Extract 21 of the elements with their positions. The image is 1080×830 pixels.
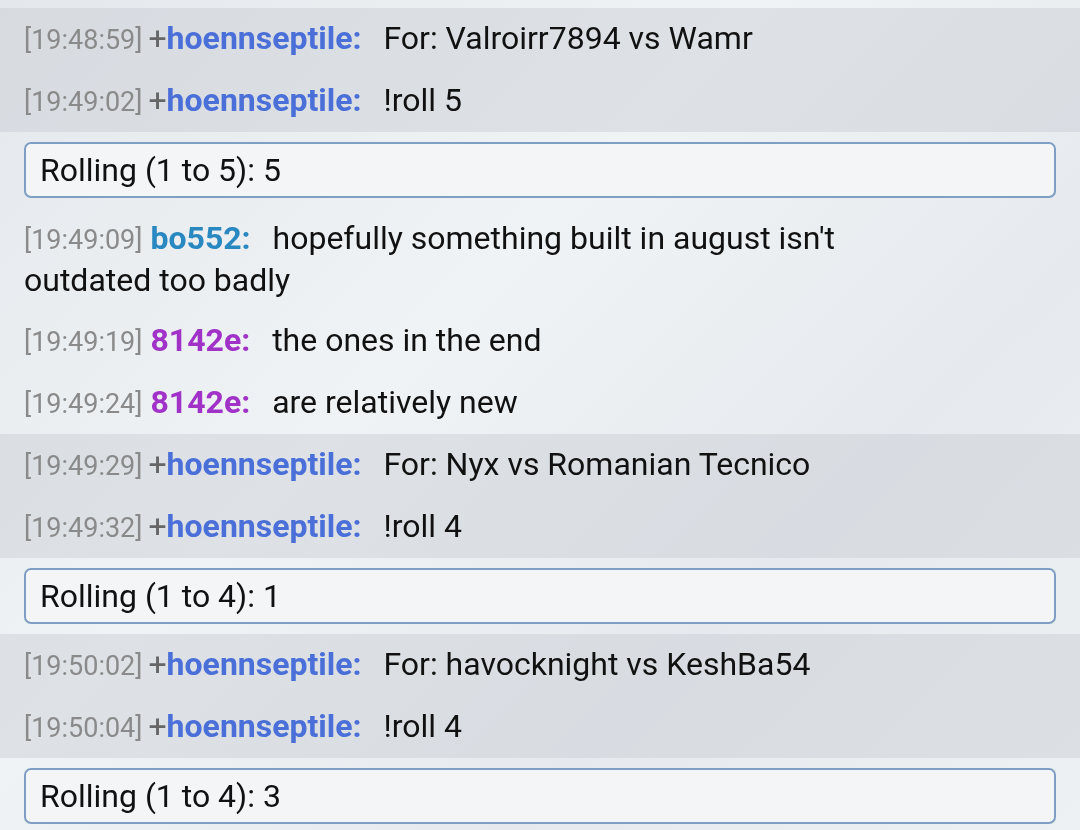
- chat-message: [19:49:09] bo552: hopefully something built in august isn't outdated too badly: [23, 218, 836, 301]
- roll-result: Rolling (1 to 5): 5: [24, 142, 1056, 198]
- username[interactable]: 8142e:: [150, 383, 251, 421]
- username[interactable]: hoennseptile:: [166, 19, 362, 57]
- username[interactable]: bo552:: [150, 219, 251, 257]
- chat-message: [19:50:04] +hoennseptile: !roll 4: [0, 696, 1080, 758]
- chat-message: [19:49:32] +hoennseptile: !roll 4: [0, 496, 1080, 558]
- username[interactable]: 8142e:: [150, 321, 251, 359]
- roll-result: Rolling (1 to 4): 3: [24, 768, 1056, 824]
- username[interactable]: hoennseptile:: [166, 445, 362, 483]
- roll-result: Rolling (1 to 4): 1: [24, 568, 1056, 624]
- chat-message: [19:49:19] 8142e: the ones in the end: [23, 320, 543, 361]
- username[interactable]: hoennseptile:: [166, 507, 362, 545]
- chat-message: [19:50:02] +hoennseptile: For: havocknight vs KeshBa54: [0, 634, 1080, 696]
- chat-message: [19:49:24] 8142e: are relatively new: [23, 382, 519, 423]
- username[interactable]: hoennseptile:: [166, 707, 362, 745]
- username[interactable]: hoennseptile:: [166, 81, 362, 119]
- chat-message: [19:48:59] +hoennseptile: For: Valroirr7894 vs Wamr: [0, 8, 1080, 70]
- chat-message: [19:49:02] +hoennseptile: !roll 5: [0, 70, 1080, 132]
- username[interactable]: hoennseptile:: [166, 645, 362, 683]
- chat-message: [19:49:29] +hoennseptile: For: Nyx vs Romanian Tecnico: [0, 434, 1080, 496]
